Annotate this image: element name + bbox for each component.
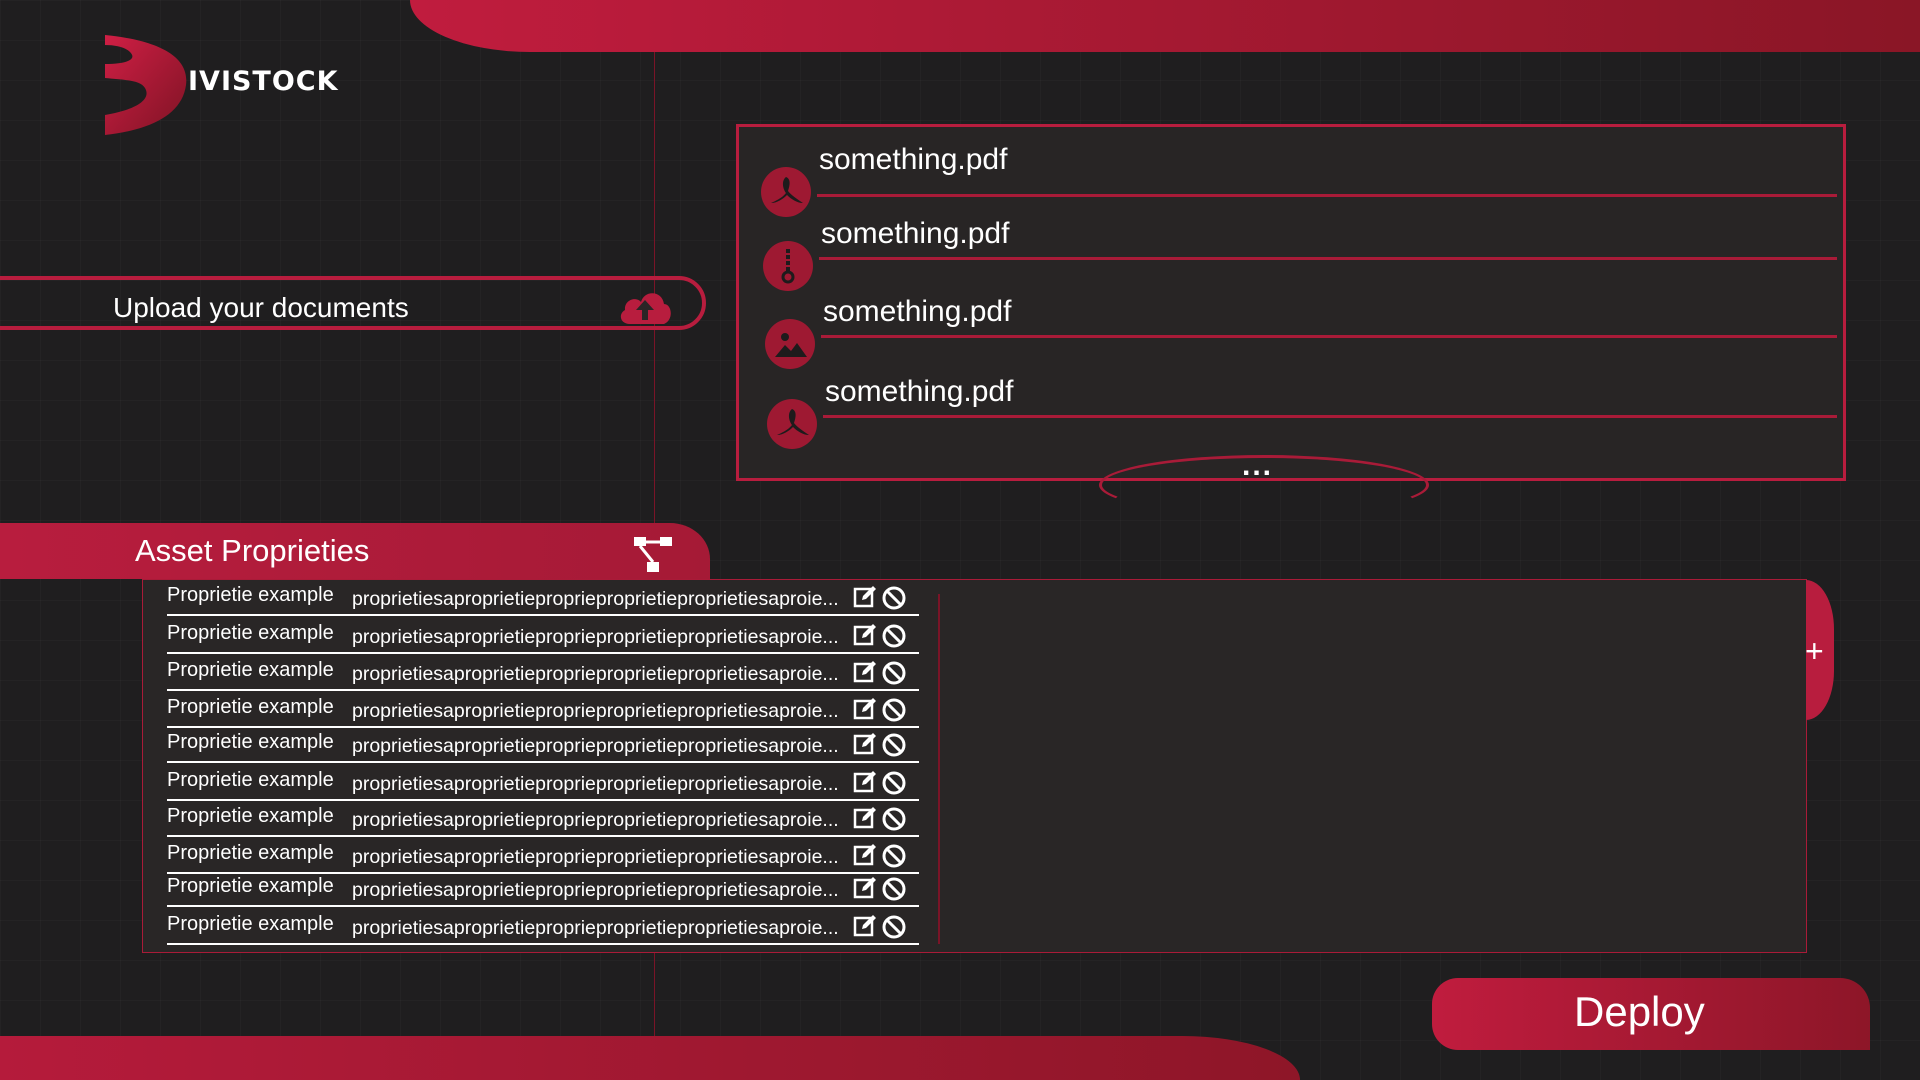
add-property-plus[interactable]: +	[1805, 633, 1824, 670]
property-row: Proprietie example proprietiesaproprietie…	[167, 584, 919, 616]
property-value: proprietiesaproprietieproprieproprietiep…	[352, 626, 839, 648]
delete-block-icon[interactable]	[881, 914, 907, 940]
property-value: proprietiesaproprietieproprieproprietiep…	[352, 773, 839, 795]
property-value: proprietiesaproprietieproprieproprietiep…	[352, 809, 839, 831]
delete-block-icon[interactable]	[881, 697, 907, 723]
property-underline	[167, 689, 919, 691]
property-row: Proprietie example proprietiesaproprietie…	[167, 842, 919, 874]
asset-properties-header: Asset Proprieties	[0, 523, 710, 579]
property-name: Proprietie example	[167, 913, 334, 935]
file-underline	[823, 415, 1837, 418]
brand-name: IVISTOCK	[188, 66, 339, 97]
property-underline	[167, 761, 919, 763]
edit-icon[interactable]	[853, 660, 877, 684]
cloud-upload-icon	[620, 293, 671, 324]
edit-icon[interactable]	[853, 697, 877, 721]
files-panel: something.pdf something.pdf something.pd…	[736, 124, 1846, 515]
asset-properties-panel: Proprietie example proprietiesaproprietie…	[142, 579, 1807, 953]
property-row: Proprietie example proprietiesaproprietie…	[167, 622, 919, 654]
file-item[interactable]: something.pdf	[739, 137, 1839, 217]
delete-block-icon[interactable]	[881, 585, 907, 611]
property-value: proprietiesaproprietieproprieproprietiep…	[352, 588, 839, 610]
delete-block-icon[interactable]	[881, 843, 907, 869]
property-underline	[167, 872, 919, 874]
property-row: Proprietie example proprietiesaproprietie…	[167, 659, 919, 691]
delete-block-icon[interactable]	[881, 770, 907, 796]
file-name: something.pdf	[825, 375, 1014, 408]
delete-block-icon[interactable]	[881, 732, 907, 758]
bottom-decorative-band	[0, 1036, 1300, 1080]
property-name: Proprietie example	[167, 875, 334, 897]
deploy-label: Deploy	[1574, 988, 1705, 1035]
delete-block-icon[interactable]	[881, 623, 907, 649]
property-underline	[167, 799, 919, 801]
file-name: something.pdf	[819, 143, 1008, 176]
file-item[interactable]: something.pdf	[739, 295, 1839, 375]
edit-icon[interactable]	[853, 585, 877, 609]
property-name: Proprietie example	[167, 769, 334, 791]
zip-icon	[763, 241, 813, 291]
property-underline	[167, 905, 919, 907]
file-underline	[821, 335, 1837, 338]
edit-icon[interactable]	[853, 770, 877, 794]
delete-block-icon[interactable]	[881, 876, 907, 902]
brand-mark-icon	[105, 35, 187, 135]
property-value: proprietiesaproprietieproprieproprietiep…	[352, 879, 839, 901]
delete-block-icon[interactable]	[881, 660, 907, 686]
file-name: something.pdf	[821, 217, 1010, 250]
property-row: Proprietie example proprietiesaproprietie…	[167, 805, 919, 837]
property-name: Proprietie example	[167, 584, 334, 606]
file-item[interactable]: something.pdf	[739, 217, 1839, 297]
deploy-button[interactable]: Deploy	[1432, 978, 1870, 1050]
property-underline	[167, 652, 919, 654]
property-underline	[167, 614, 919, 616]
edit-icon[interactable]	[853, 806, 877, 830]
property-row: Proprietie example proprietiesaproprietie…	[167, 769, 919, 801]
property-name: Proprietie example	[167, 696, 334, 718]
pdf-icon	[767, 399, 817, 449]
edit-icon[interactable]	[853, 876, 877, 900]
property-name: Proprietie example	[167, 842, 334, 864]
top-decorative-band	[410, 0, 1920, 52]
file-underline	[819, 257, 1837, 260]
property-value: proprietiesaproprietieproprieproprietiep…	[352, 846, 839, 868]
property-row: Proprietie example proprietiesaproprietie…	[167, 913, 919, 945]
property-row: Proprietie example proprietiesaproprietie…	[167, 696, 919, 728]
property-value: proprietiesaproprietieproprieproprietiep…	[352, 700, 839, 722]
property-name: Proprietie example	[167, 659, 334, 681]
edit-icon[interactable]	[853, 623, 877, 647]
property-underline	[167, 943, 919, 945]
file-underline	[817, 194, 1837, 197]
file-item[interactable]: something.pdf	[739, 375, 1839, 455]
file-name: something.pdf	[823, 295, 1012, 328]
upload-documents-button[interactable]: Upload your documents	[0, 276, 706, 330]
properties-divider	[938, 594, 940, 944]
more-files-button[interactable]: ...	[1242, 449, 1273, 483]
asset-properties-title: Asset Proprieties	[135, 533, 370, 568]
edit-icon[interactable]	[853, 732, 877, 756]
property-value: proprietiesaproprietieproprieproprietiep…	[352, 735, 839, 757]
property-underline	[167, 835, 919, 837]
property-underline	[167, 726, 919, 728]
property-value: proprietiesaproprietieproprieproprietiep…	[352, 917, 839, 939]
property-name: Proprietie example	[167, 622, 334, 644]
property-row: Proprietie example proprietiesaproprietie…	[167, 875, 919, 907]
image-icon	[765, 319, 815, 369]
property-value: proprietiesaproprietieproprieproprietiep…	[352, 663, 839, 685]
delete-block-icon[interactable]	[881, 806, 907, 832]
property-row: Proprietie example proprietiesaproprietie…	[167, 731, 919, 763]
property-name: Proprietie example	[167, 731, 334, 753]
brand-logo: IVISTOCK	[100, 30, 360, 140]
property-name: Proprietie example	[167, 805, 334, 827]
hierarchy-icon[interactable]	[632, 535, 674, 573]
edit-icon[interactable]	[853, 914, 877, 938]
upload-label: Upload your documents	[113, 292, 409, 323]
pdf-icon	[761, 167, 811, 217]
edit-icon[interactable]	[853, 843, 877, 867]
